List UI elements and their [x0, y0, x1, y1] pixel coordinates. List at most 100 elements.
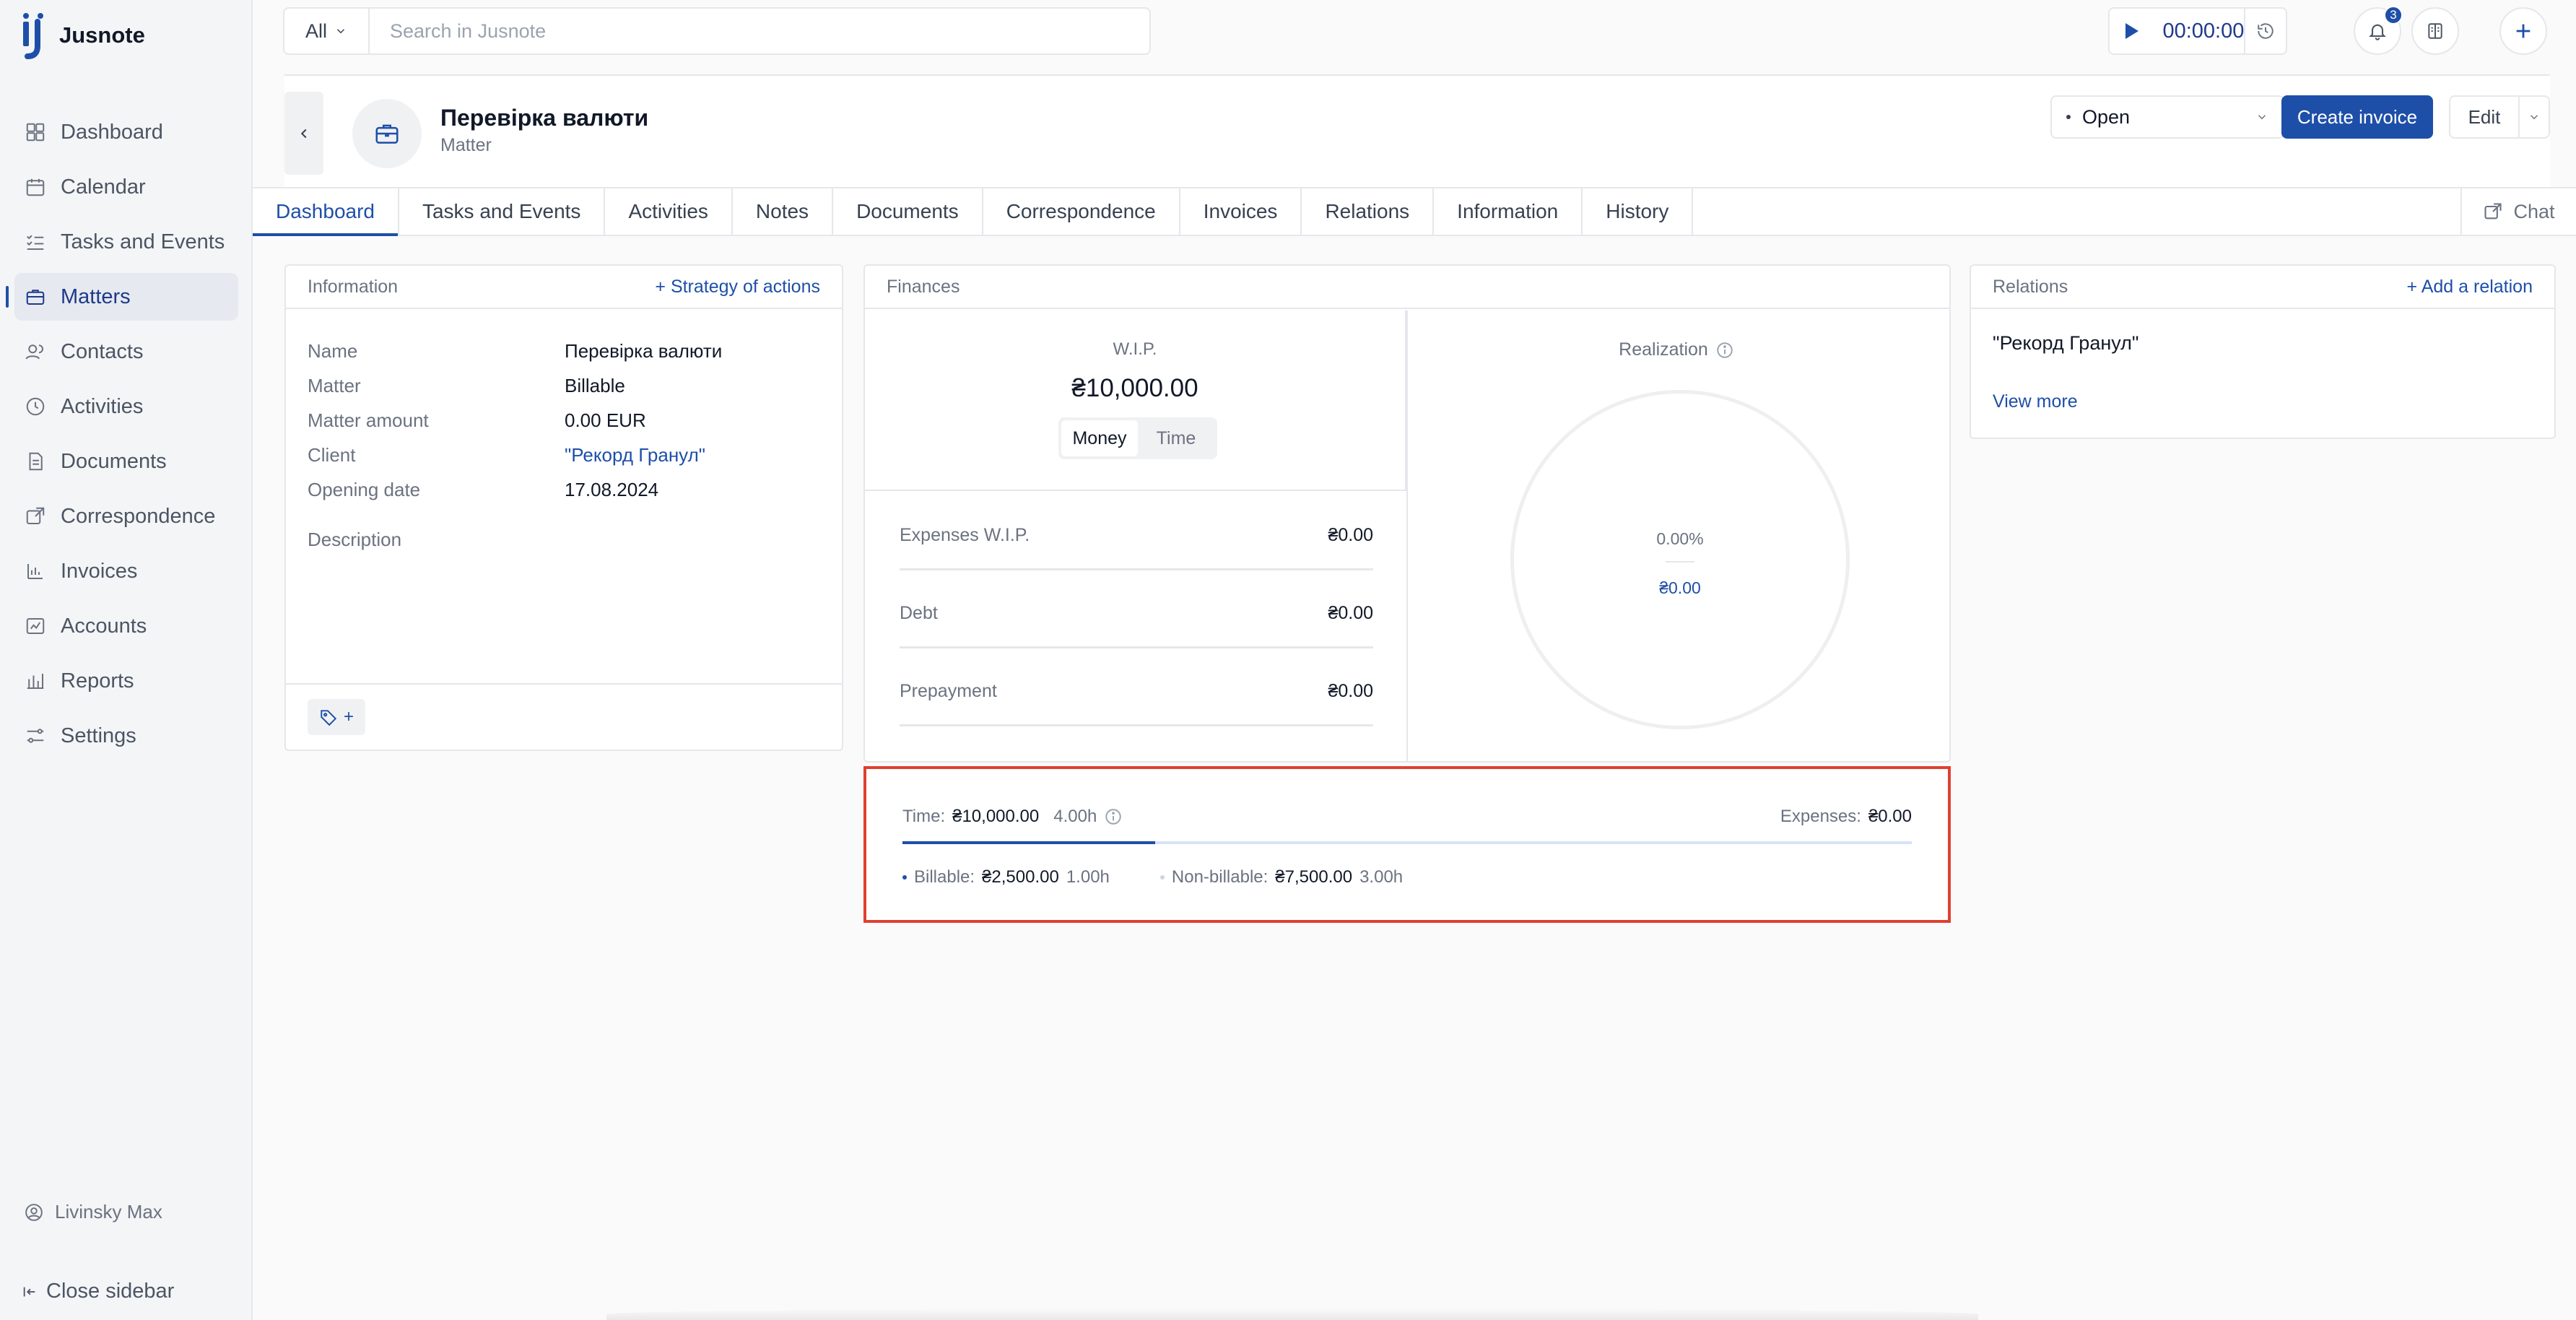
reports-icon [27, 674, 44, 689]
close-sidebar-label: Close sidebar [46, 1280, 175, 1303]
time-hours: 4.00h [1053, 807, 1097, 826]
description-label: Description [308, 529, 402, 550]
user-profile[interactable]: Livinsky Max [25, 1201, 162, 1223]
finance-item-value: ₴0.00 [1328, 525, 1373, 545]
bell-icon [2369, 24, 2386, 40]
info-icon[interactable] [1104, 807, 1123, 826]
chevron-left-icon [300, 129, 307, 138]
add-relation-link[interactable]: + Add a relation [2407, 277, 2533, 298]
status-dot [2066, 115, 2071, 119]
sidebar-item-calendar[interactable]: Calendar [14, 163, 238, 211]
sidebar-item-dashboard[interactable]: Dashboard [14, 108, 238, 156]
sidebar-item-matters[interactable]: Matters [6, 273, 238, 321]
tab-tasks-and-events[interactable]: Tasks and Events [399, 188, 606, 235]
tab-correspondence[interactable]: Correspondence [983, 188, 1180, 235]
add-tag-plus: + [343, 707, 354, 726]
chevron-down-icon [2258, 115, 2266, 120]
view-more-link[interactable]: View more [1993, 391, 2078, 412]
sidebar-item-accounts[interactable]: Accounts [14, 602, 238, 650]
information-rows: Name Перевірка валюти Matter Billable Matter… [286, 309, 842, 507]
info-icon[interactable] [1715, 341, 1734, 360]
billable-progress-fill [902, 841, 1155, 844]
clock-icon [26, 397, 45, 416]
search-input[interactable]: Search in Jusnote [370, 20, 546, 43]
add-tag-button[interactable]: + [308, 699, 365, 735]
sidebar-item-tasks-and-events[interactable]: Tasks and Events [14, 218, 238, 266]
timer-history-button[interactable] [2244, 9, 2286, 53]
sidebar-item-invoices[interactable]: Invoices [14, 547, 238, 595]
sidebar-item-label: Tasks and Events [61, 230, 225, 253]
finance-item: Expenses W.I.P. ₴0.00 [900, 492, 1373, 570]
tab-relations[interactable]: Relations [1302, 188, 1435, 235]
tab-information[interactable]: Information [1434, 188, 1583, 235]
strategy-of-actions-link[interactable]: + Strategy of actions [655, 277, 820, 298]
chat-button[interactable]: Chat [2460, 188, 2576, 235]
add-relation-label: Add a relation [2421, 276, 2533, 297]
billable-hours: 1.00h [1066, 867, 1110, 887]
timer-widget: 00:00:00 [2108, 7, 2287, 55]
contacts-icon [25, 344, 43, 360]
notification-count-badge: 3 [2384, 6, 2403, 25]
expenses-summary: Expenses: ₴0.00 [1780, 807, 1912, 827]
create-invoice-button[interactable]: Create invoice [2281, 95, 2433, 139]
sidebar-item-contacts[interactable]: Contacts [14, 328, 238, 375]
relations-card-header: Relations + Add a relation [1971, 266, 2554, 309]
info-key: Opening date [308, 478, 421, 500]
tab-history[interactable]: History [1583, 188, 1694, 235]
tab-documents[interactable]: Documents [833, 188, 983, 235]
sidebar-item-label: Contacts [61, 339, 144, 363]
time-legend: Billable: ₴2,500.00 1.00h Non-billable: … [902, 867, 1453, 887]
realization-section: Realization 0.00% ₴0.00 [1406, 311, 1945, 761]
calculator-button[interactable] [2411, 7, 2459, 55]
add-new-button[interactable] [2499, 7, 2547, 55]
info-value[interactable]: "Рекорд Гранул" [565, 444, 705, 466]
info-key: Matter amount [308, 409, 429, 431]
plus-icon [2516, 24, 2531, 38]
edit-more-dropdown[interactable] [2518, 97, 2549, 137]
sidebar-item-label: Invoices [61, 559, 138, 583]
sidebar-item-label: Calendar [61, 175, 146, 199]
sidebar-item-correspondence[interactable]: Correspondence [14, 492, 238, 540]
toggle-time[interactable]: Time [1138, 420, 1214, 456]
finances-card-header: Finances [865, 266, 1949, 309]
timer-display: 00:00:00 [2162, 19, 2245, 43]
sidebar-item-activities[interactable]: Activities [14, 383, 238, 430]
sidebar-item-reports[interactable]: Reports [14, 657, 238, 705]
status-label: Open [2082, 105, 2131, 128]
billable-dot [902, 875, 907, 880]
sidebar-item-label: Matters [61, 285, 131, 308]
info-row: Opening date 17.08.2024 [308, 472, 820, 507]
realization-donut-chart: 0.00% ₴0.00 [1510, 390, 1850, 729]
wip-label: W.I.P. [1113, 339, 1157, 359]
information-title: Information [308, 276, 399, 297]
sidebar-item-settings[interactable]: Settings [14, 712, 238, 760]
sidebar-item-documents[interactable]: Documents [14, 438, 238, 485]
time-expenses-summary: Time: ₴10,000.00 4.00h Expenses: ₴0.00 B… [863, 766, 1951, 923]
tab-activities[interactable]: Activities [605, 188, 733, 235]
sidebar-item-label: Documents [61, 449, 167, 473]
briefcase-icon [375, 124, 399, 144]
finances-title: Finances [887, 276, 960, 297]
relation-client[interactable]: "Рекорд Гранул" [1993, 332, 2139, 355]
finance-item: Debt ₴0.00 [900, 570, 1373, 648]
status-dropdown[interactable]: Open [2050, 95, 2284, 139]
close-sidebar-button[interactable]: Close sidebar [22, 1280, 174, 1303]
edit-button[interactable]: Edit [2450, 106, 2518, 129]
sidebar-item-label: Accounts [61, 614, 147, 638]
back-button[interactable] [284, 92, 323, 175]
billable-label: Billable: [914, 867, 975, 887]
play-button[interactable] [2110, 22, 2152, 40]
tab-invoices[interactable]: Invoices [1180, 188, 1302, 235]
tab-dashboard[interactable]: Dashboard [253, 188, 399, 236]
finances-card: Finances W.I.P. ₴10,000.00 Money Time Ex… [863, 264, 1951, 763]
tab-notes[interactable]: Notes [733, 188, 834, 235]
edit-button-group: Edit [2449, 95, 2550, 139]
briefcase-icon [26, 290, 45, 305]
tasks-icon [27, 235, 44, 250]
notifications-button[interactable]: 3 [2354, 6, 2403, 55]
matter-title: Перевірка валюти [440, 105, 649, 131]
toggle-money[interactable]: Money [1061, 420, 1138, 456]
search-scope-dropdown[interactable]: All [284, 9, 370, 53]
matter-avatar [352, 99, 422, 168]
logo[interactable]: Jusnote [20, 10, 145, 61]
